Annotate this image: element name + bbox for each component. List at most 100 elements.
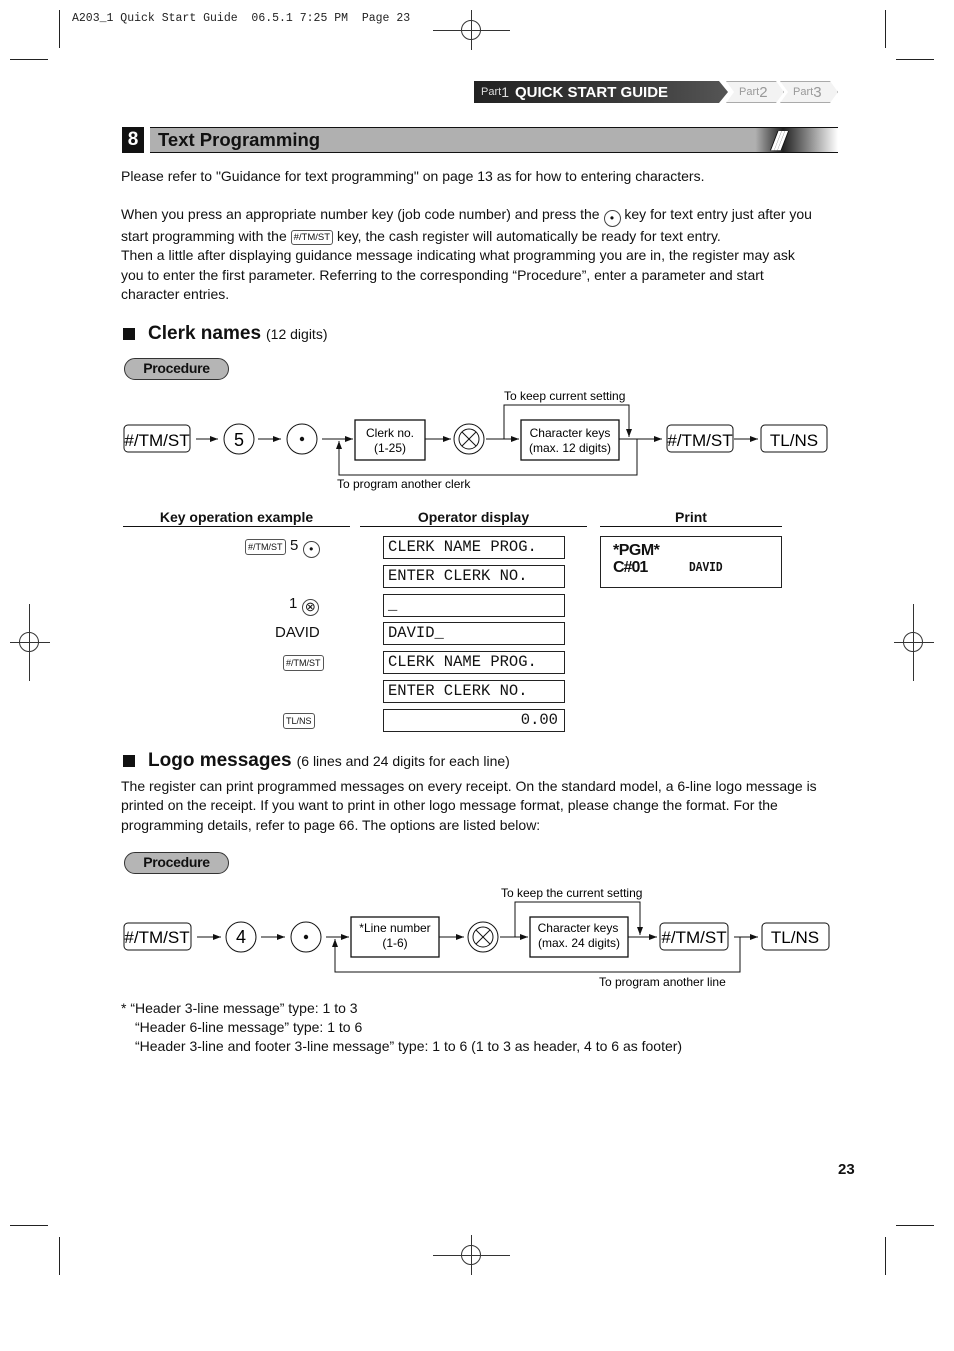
tlns-key-icon: TL/NS [283,713,315,729]
tmst-key-icon: #/TM/ST [283,655,324,671]
tmst-key-label: #/TM/ST [124,431,189,450]
footnote-3: “Header 3-line and footer 3-line message… [135,1038,683,1054]
key-op-text: 5 [289,537,299,554]
print-line-1: *PGM* [613,542,660,559]
part3-prefix: Part [793,86,814,98]
display-row-1: CLERK NAME PROG. [383,536,565,559]
print-slug: A203_1 Quick Start Guide 06.5.1 7:25 PM … [72,12,411,25]
decorative-slashes: /// [772,126,786,156]
clerk-no-label: Clerk no. [366,426,414,440]
section-number: 8 [122,127,144,153]
crop-mark [10,59,48,60]
col-print: Print [600,509,782,527]
tlns-key-label: TL/NS [770,431,818,450]
part1-tab[interactable]: Part 1 QUICK START GUIDE [474,81,728,103]
print-clerk-code: C#01 [613,559,648,576]
registration-mark [894,642,934,643]
key-op-row-5: #/TM/ST [283,653,324,671]
registration-mark [471,10,472,50]
key-op-row-1: #/TM/ST 5 • [245,537,320,558]
section-title: Text Programming [158,129,321,150]
text: start programming with the [121,228,287,244]
footnote-1: * “Header 3-line message” type: 1 to 3 [121,1000,358,1016]
text: programming details, refer to page 66. T… [121,816,541,833]
logo-paragraph: The register can print programmed messag… [121,777,841,835]
intro-paragraph-2: When you press an appropriate number key… [121,205,841,304]
tmst-key-icon: #/TM/ST [290,230,334,245]
heading-text: Logo messages [148,750,292,771]
part2-tab[interactable]: Part 2 [726,81,784,103]
print-clerk-name: DAVID [689,560,723,576]
registration-mark [471,1235,472,1275]
footnote-2: “Header 6-line message” type: 1 to 6 [135,1019,363,1035]
line-number-range: (1-6) [382,936,407,950]
loop-label: To program another clerk [337,477,471,491]
char-keys-label: Character keys [538,921,619,935]
heading-note: (12 digits) [266,326,328,342]
key-5-label: 5 [234,430,244,450]
loop-label: To program another line [599,975,726,989]
tmst-key-2-label: #/TM/ST [661,928,726,947]
registration-mark [10,642,50,643]
x-key-icon: ⊗ [301,599,319,616]
crop-mark [885,10,886,48]
tmst-key-label: #/TM/ST [124,928,189,947]
col-key-operation: Key operation example [123,509,350,527]
clerk-names-heading: Clerk names (12 digits) [123,323,327,345]
part1-prefix: Part [481,86,502,98]
text: Then a little after displaying guidance … [121,247,795,264]
print-receipt-box: *PGM* C#01 DAVID [600,536,782,588]
col-operator-display: Operator display [360,509,587,527]
display-row-6: ENTER CLERK NO. [383,680,565,703]
procedure-label: Procedure [124,852,229,874]
keep-setting-label: To keep current setting [504,389,625,403]
crop-mark [59,1237,60,1275]
bullet-square-icon [123,328,135,340]
text: When you press an appropriate number key… [121,206,600,222]
heading-text: Clerk names [148,323,262,344]
keep-setting-label: To keep the current setting [501,886,642,900]
key-4-label: 4 [236,927,246,947]
key-op-row-4: DAVID [275,624,320,641]
part-navigation: Part 1 QUICK START GUIDE Part 2 Part 3 [474,81,838,103]
part1-title: QUICK START GUIDE [514,83,669,101]
clerk-no-range: (1-25) [374,441,406,455]
char-keys-label: Character keys [530,426,611,440]
text: key for text entry just after you [624,206,812,222]
display-row-4: DAVID_ [383,622,565,645]
text: printed on the receipt. If you want to p… [121,797,778,814]
logo-procedure-flowchart: #/TM/ST 4 *Line number (1-6) Character k… [123,886,830,989]
key-op-row-7: TL/NS [283,711,315,729]
char-keys-max: (max. 24 digits) [538,936,620,950]
tmst-key-2-label: #/TM/ST [667,431,732,450]
display-row-5: CLERK NAME PROG. [383,651,565,674]
display-row-2: ENTER CLERK NO. [383,565,565,588]
crop-mark [885,1237,886,1275]
display-row-7: 0.00 [383,709,565,732]
crop-mark [896,59,934,60]
registration-mark [29,604,30,681]
part3-number: 3 [813,83,822,101]
heading-note: (6 lines and 24 digits for each line) [296,753,510,769]
tmst-key-icon: #/TM/ST [245,539,286,555]
display-row-3: _ [383,594,565,617]
dot-key-icon: • [603,210,621,227]
intro-paragraph-1: Please refer to "Guidance for text progr… [121,168,705,184]
text: you to enter the first parameter. Referr… [121,266,764,283]
text: key, the cash register will automaticall… [336,228,721,244]
bullet-square-icon [123,755,135,767]
dot-key-icon: • [302,541,320,558]
text: character entries. [121,285,230,302]
registration-mark [913,604,914,681]
part3-tab[interactable]: Part 3 [780,81,838,103]
crop-mark [59,10,60,48]
procedure-label: Procedure [124,358,229,380]
key-op-row-3: 1 ⊗ [289,595,319,616]
part1-number: 1 [501,84,509,100]
section-header: Text Programming /// [150,126,838,156]
line-number-label: *Line number [359,921,430,935]
page-number: 23 [838,1161,855,1178]
part2-prefix: Part [739,86,760,98]
tlns-key-label: TL/NS [771,928,819,947]
char-keys-max: (max. 12 digits) [529,441,611,455]
